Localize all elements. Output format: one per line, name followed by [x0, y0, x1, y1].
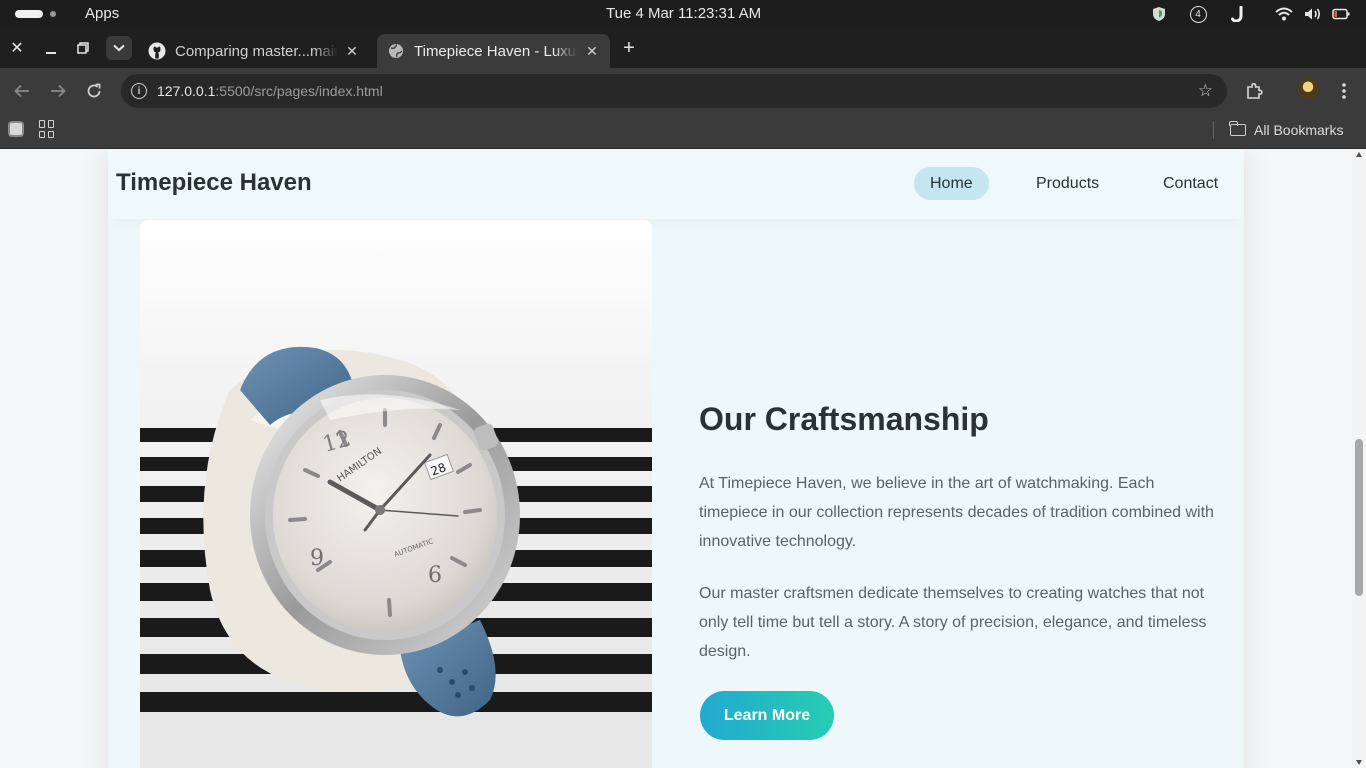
extensions-puzzle-icon[interactable] — [1242, 79, 1266, 103]
scroll-up-arrow-icon[interactable] — [1356, 152, 1362, 157]
tab-search-dropdown-icon[interactable] — [106, 36, 132, 60]
section-paragraph-1: At Timepiece Haven, we believe in the ar… — [699, 475, 1214, 550]
wifi-icon[interactable] — [1274, 5, 1294, 23]
app-indicator-icon[interactable] — [1229, 5, 1247, 23]
back-arrow-icon[interactable] — [10, 79, 34, 103]
browser-tab-strip: ✕ Comparing master...main ✕ Timepiece Ha… — [0, 28, 1366, 68]
all-bookmarks-label: All Bookmarks — [1254, 122, 1344, 138]
forward-arrow-icon[interactable] — [46, 79, 70, 103]
more-menu-icon[interactable] — [1332, 79, 1356, 103]
battery-icon[interactable] — [1331, 5, 1351, 23]
apps-menu[interactable]: Apps — [85, 5, 119, 22]
tab-close-icon[interactable]: ✕ — [342, 41, 362, 61]
nav-contact[interactable]: Contact — [1147, 167, 1234, 200]
reload-icon[interactable] — [82, 79, 106, 103]
scroll-down-arrow-icon[interactable] — [1356, 760, 1362, 765]
new-tab-plus-icon[interactable]: + — [618, 36, 640, 60]
shield-icon[interactable] — [1151, 5, 1167, 23]
svg-text:6: 6 — [428, 563, 442, 588]
site-header: Timepiece Haven Home Products Contact — [0, 149, 1352, 219]
nav-home[interactable]: Home — [914, 167, 989, 200]
page-scrollbar[interactable] — [1352, 149, 1366, 768]
watch-image: 12 9 6 28 HAMILTON AUTOMATIC — [140, 220, 652, 768]
workspace-dot[interactable] — [50, 11, 56, 17]
tab-title: Timepiece Haven - Luxury — [414, 42, 578, 60]
svg-text:9: 9 — [310, 546, 324, 571]
bookmark-star-icon[interactable]: ☆ — [1198, 81, 1213, 101]
address-bar[interactable]: i 127.0.0.1:5500/src/pages/index.html ☆ — [121, 74, 1227, 108]
all-bookmarks-button[interactable]: All Bookmarks — [1229, 119, 1344, 141]
notification-count: 4 — [1189, 5, 1207, 23]
restore-window-icon[interactable] — [70, 36, 96, 60]
site-logo[interactable]: Timepiece Haven — [116, 169, 312, 197]
section-paragraph-2: Our master craftsmen dedicate themselves… — [699, 585, 1207, 660]
page-viewport: Timepiece Haven Home Products Contact 12… — [0, 149, 1366, 768]
globe-icon — [387, 42, 405, 60]
profile-avatar[interactable] — [1297, 78, 1319, 100]
folder-icon — [1229, 121, 1246, 136]
os-top-bar: Apps Tue 4 Mar 11:23:31 AM 4 — [0, 0, 1366, 28]
section-title: Our Craftsmanship — [699, 401, 989, 437]
tab-timepiece-haven[interactable]: Timepiece Haven - Luxury ✕ — [377, 34, 610, 68]
site-info-icon[interactable]: i — [131, 83, 147, 99]
tab-github[interactable]: Comparing master...main ✕ — [138, 34, 370, 68]
minimize-window-icon[interactable] — [38, 36, 64, 60]
tab-title: Comparing master...main — [175, 42, 338, 60]
tab-close-icon[interactable]: ✕ — [582, 41, 602, 61]
system-clock[interactable]: Tue 4 Mar 11:23:31 AM — [606, 5, 761, 22]
github-icon — [148, 42, 166, 60]
close-window-icon[interactable]: ✕ — [4, 36, 30, 60]
learn-more-button[interactable]: Learn More — [700, 691, 834, 740]
browser-toolbar: i 127.0.0.1:5500/src/pages/index.html ☆ — [0, 68, 1366, 113]
workspace-indicator[interactable] — [15, 10, 43, 18]
tab-groups-icon[interactable] — [8, 121, 24, 137]
url-text[interactable]: 127.0.0.1:5500/src/pages/index.html — [157, 83, 383, 99]
apps-grid-icon[interactable] — [39, 120, 57, 138]
volume-icon[interactable] — [1303, 5, 1323, 23]
bookmarks-bar: All Bookmarks — [0, 113, 1366, 149]
nav-products[interactable]: Products — [1020, 167, 1115, 200]
bookmarks-divider — [1213, 121, 1214, 139]
notification-count-icon[interactable]: 4 — [1189, 5, 1207, 23]
scroll-thumb[interactable] — [1355, 439, 1363, 596]
